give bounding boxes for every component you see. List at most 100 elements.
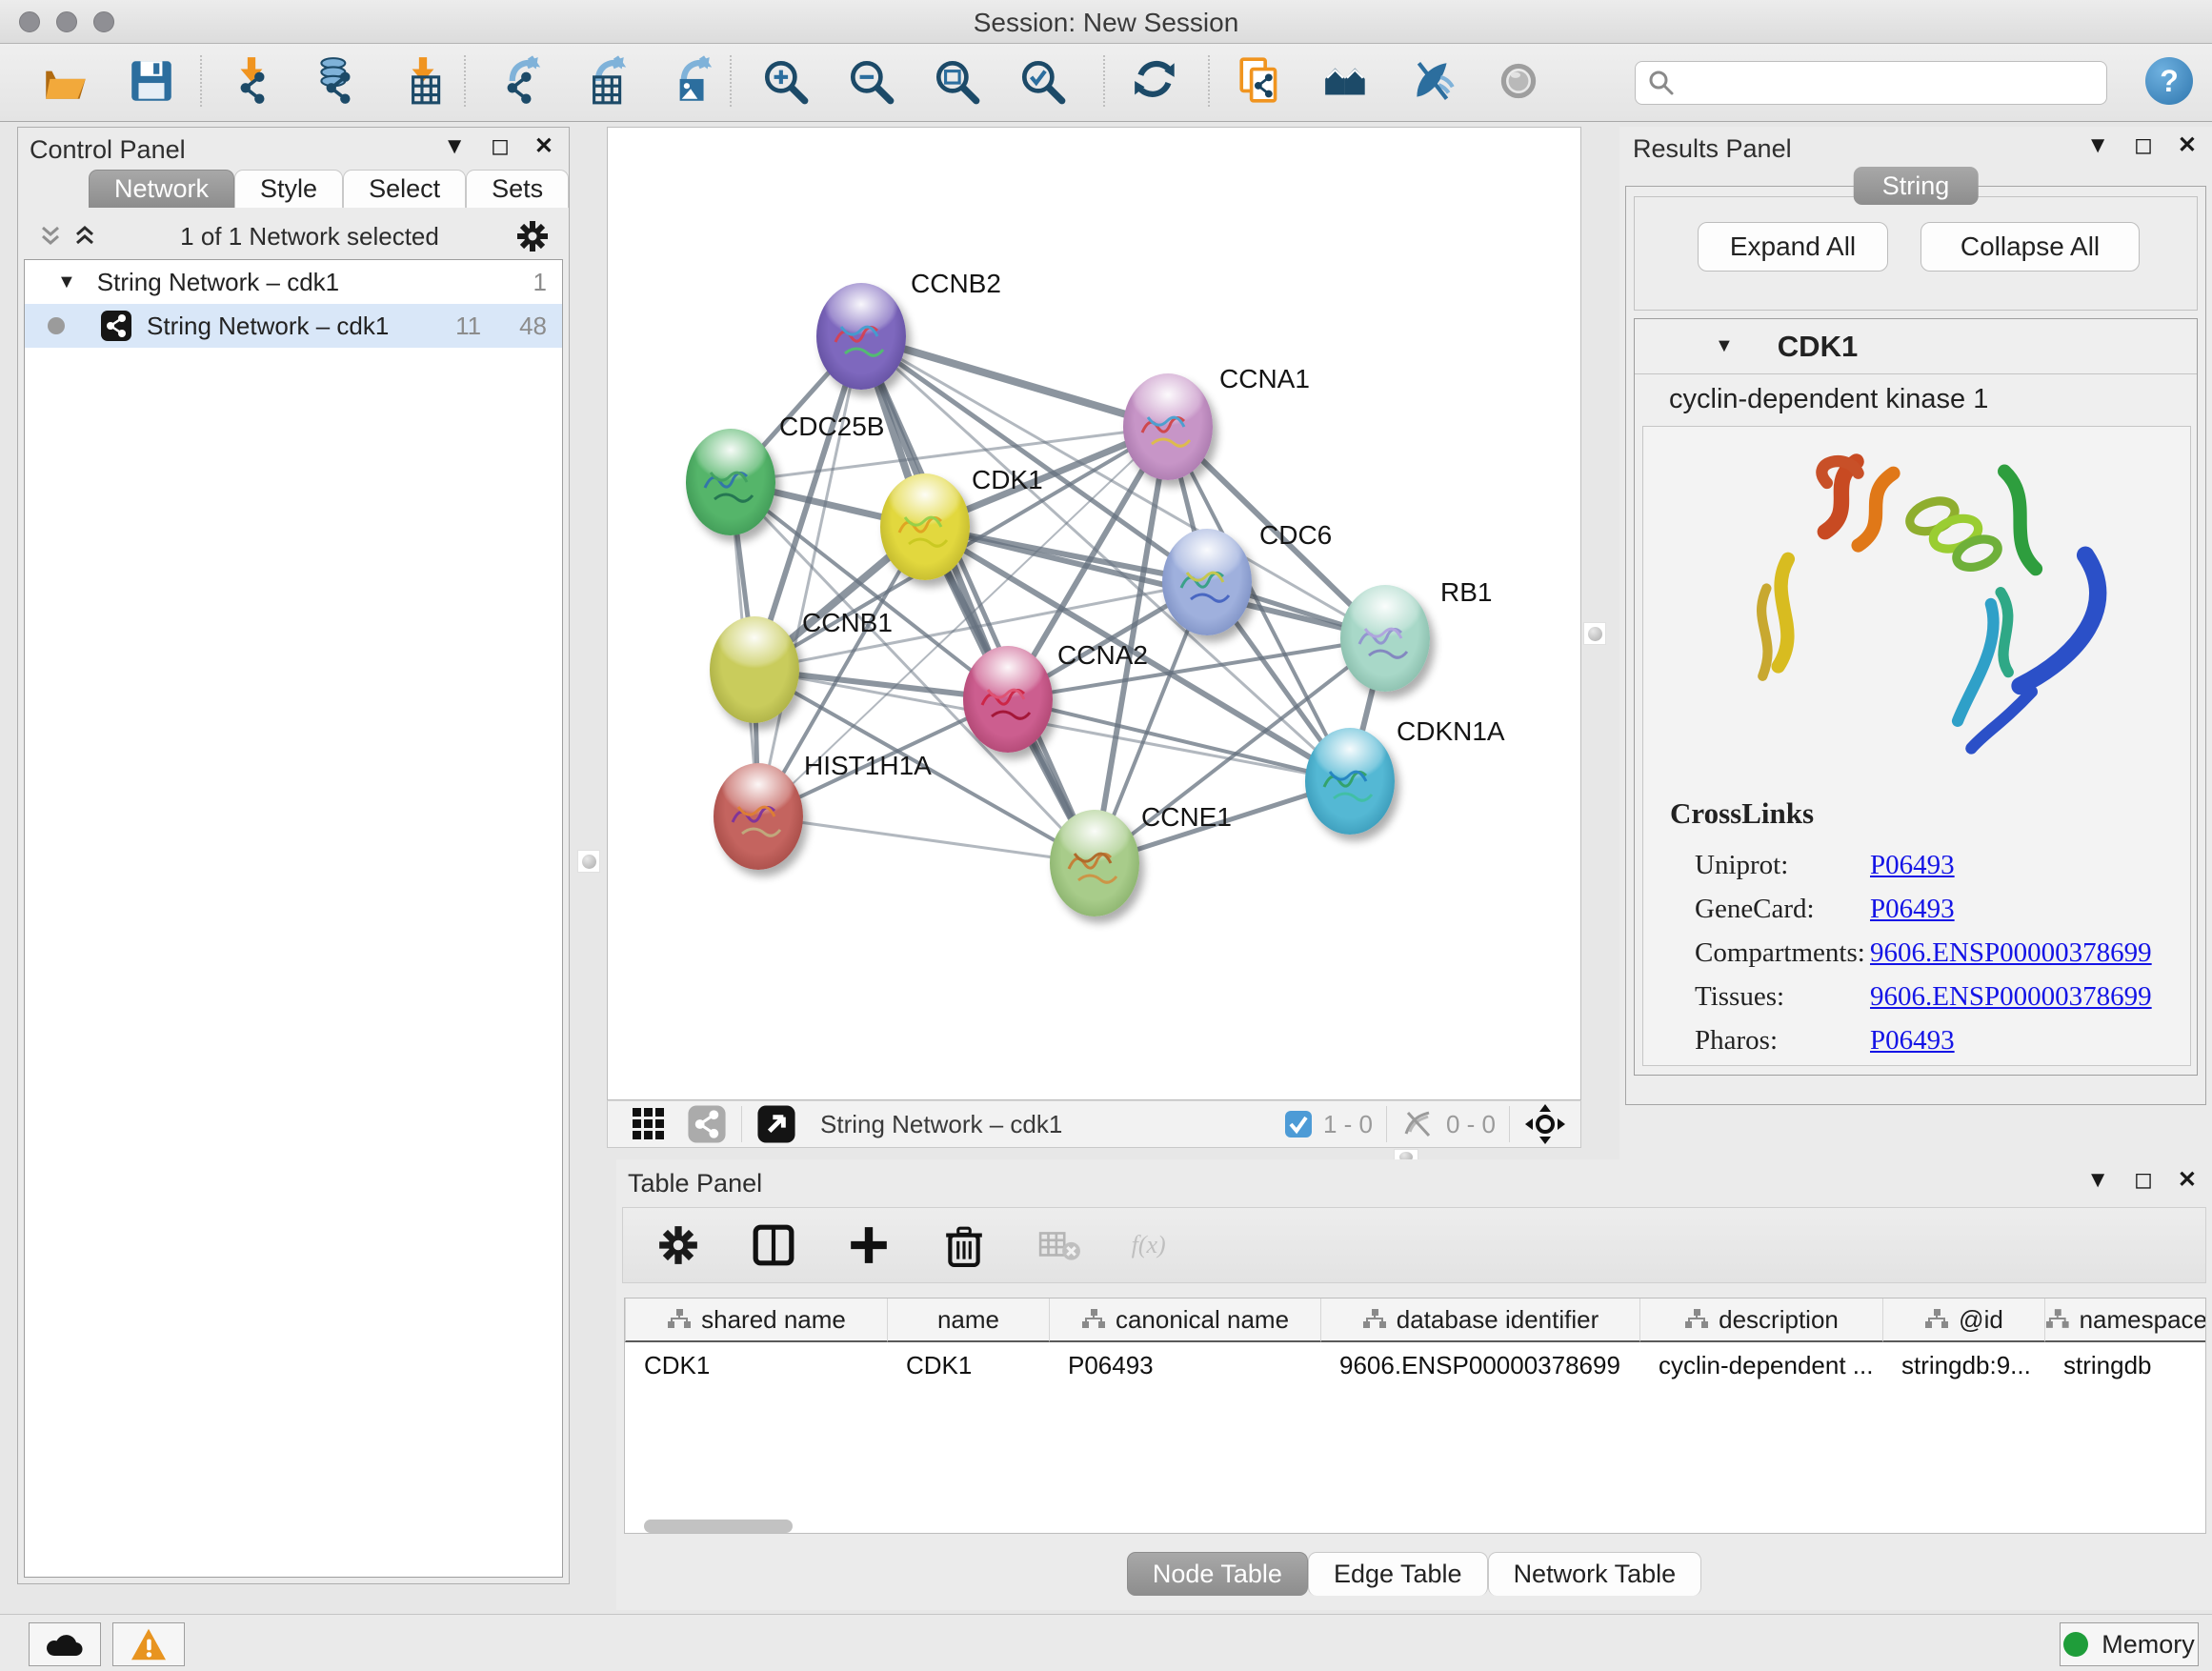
svg-text:f(x): f(x) xyxy=(1132,1231,1166,1258)
tab-sets[interactable]: Sets xyxy=(466,170,569,208)
tab-string[interactable]: String xyxy=(1854,167,1979,205)
gear-icon[interactable] xyxy=(654,1220,703,1270)
column-header-name[interactable]: name xyxy=(887,1299,1049,1342)
refresh-icon[interactable] xyxy=(1129,53,1184,109)
expand-all-button[interactable]: Expand All xyxy=(1698,222,1888,272)
panel-close-icon[interactable]: ✕ xyxy=(2178,134,2197,157)
panel-close-icon[interactable]: ✕ xyxy=(534,135,553,158)
network-node-cdc25b[interactable] xyxy=(686,429,775,535)
network-view[interactable]: CCNB2 CCNA1 CDC25B CDK1 CDC6 xyxy=(607,127,1581,1100)
table-cell[interactable]: stringdb:9... xyxy=(1882,1344,2044,1386)
network-node-cdkn1a[interactable] xyxy=(1305,728,1395,835)
search-input[interactable] xyxy=(1676,69,2085,98)
tab-style[interactable]: Style xyxy=(234,170,343,208)
right-splitter-handle[interactable] xyxy=(1583,622,1606,645)
column-header-shared-name[interactable]: shared name xyxy=(625,1299,887,1342)
eye-slash-icon[interactable] xyxy=(1405,53,1460,109)
network-icon xyxy=(99,309,133,343)
columns-icon[interactable] xyxy=(749,1220,798,1270)
zoom-fit-icon[interactable] xyxy=(929,53,984,109)
gene-card-header[interactable]: ▼ CDK1 xyxy=(1635,319,2197,374)
network-node-cdk1[interactable] xyxy=(880,473,970,580)
memory-button[interactable]: Memory xyxy=(2060,1622,2199,1666)
column-header--id[interactable]: @id xyxy=(1882,1299,2044,1342)
network-view-icon[interactable] xyxy=(686,1103,728,1145)
tab-network[interactable]: Network xyxy=(89,170,234,208)
add-icon[interactable] xyxy=(844,1220,894,1270)
open-session-icon[interactable] xyxy=(38,53,93,109)
import-database-icon[interactable] xyxy=(310,53,365,109)
trash-icon[interactable] xyxy=(939,1220,989,1270)
network-node-hist1h1a[interactable] xyxy=(714,763,803,870)
panel-close-icon[interactable]: ✕ xyxy=(2178,1169,2197,1192)
collapse-all-button[interactable]: Collapse All xyxy=(1920,222,2140,272)
crosslink-compartments-link[interactable]: 9606.ENSP00000378699 xyxy=(1870,937,2152,969)
crosslink-pharos-link[interactable]: P06493 xyxy=(1870,1025,1955,1057)
network-tree-row[interactable]: String Network – cdk1 11 48 xyxy=(25,304,562,348)
tab-select[interactable]: Select xyxy=(343,170,466,208)
column-header-namespace[interactable]: namespace xyxy=(2044,1299,2206,1342)
table-horizontal-scrollbar[interactable] xyxy=(644,1520,793,1533)
cloud-button[interactable] xyxy=(29,1622,101,1666)
table-cell[interactable]: P06493 xyxy=(1049,1344,1320,1386)
zoom-out-icon[interactable] xyxy=(843,53,898,109)
crosslink-uniprot-link[interactable]: P06493 xyxy=(1870,850,1955,881)
table-cell[interactable]: 9606.ENSP00000378699 xyxy=(1320,1344,1639,1386)
panel-collapse-icon[interactable]: ▼ xyxy=(443,135,466,158)
detach-view-icon[interactable] xyxy=(755,1103,797,1145)
tab-edge-table[interactable]: Edge Table xyxy=(1308,1552,1488,1596)
cloud-icon xyxy=(44,1629,86,1660)
import-table-icon[interactable] xyxy=(395,53,451,109)
gene-result-card: ▼ CDK1 cyclin-dependent kinase 1 xyxy=(1634,318,2198,1076)
network-node-cdc6[interactable] xyxy=(1162,529,1252,635)
gene-description: cyclin-dependent kinase 1 xyxy=(1635,374,2197,424)
network-node-ccne1[interactable] xyxy=(1050,810,1139,916)
zoom-selected-icon[interactable] xyxy=(1015,53,1070,109)
panel-float-icon[interactable]: ◻ xyxy=(2134,134,2153,157)
crosslink-tissues-link[interactable]: 9606.ENSP00000378699 xyxy=(1870,981,2152,1013)
panel-collapse-icon[interactable]: ▼ xyxy=(2086,134,2109,157)
orb-icon[interactable] xyxy=(1491,53,1546,109)
selected-checkbox-icon[interactable] xyxy=(1283,1109,1314,1139)
panel-float-icon[interactable]: ◻ xyxy=(2134,1169,2153,1192)
network-node-ccnb2[interactable] xyxy=(816,283,906,390)
table-cell[interactable]: cyclin-dependent ... xyxy=(1639,1344,1882,1386)
left-splitter-handle[interactable] xyxy=(577,850,600,873)
birdseye-navigator-icon[interactable] xyxy=(1523,1102,1567,1146)
network-node-ccna2[interactable] xyxy=(963,646,1053,753)
tab-node-table[interactable]: Node Table xyxy=(1127,1552,1308,1596)
warning-button[interactable] xyxy=(112,1622,185,1666)
help-icon[interactable]: ? xyxy=(2145,57,2193,105)
export-image-icon[interactable] xyxy=(662,53,717,109)
column-header-canonical-name[interactable]: canonical name xyxy=(1049,1299,1320,1342)
tree-expander-icon[interactable]: ▼ xyxy=(57,272,76,293)
houses-icon[interactable] xyxy=(1319,53,1375,109)
expand-all-icon[interactable] xyxy=(71,222,106,251)
network-node-rb1[interactable] xyxy=(1340,585,1430,692)
column-header-database-identifier[interactable]: database identifier xyxy=(1320,1299,1639,1342)
panel-float-icon[interactable]: ◻ xyxy=(491,135,510,158)
export-network-icon[interactable] xyxy=(491,53,546,109)
network-label: String Network – cdk1 xyxy=(147,312,389,341)
collapse-triangle-icon[interactable]: ▼ xyxy=(1715,335,1734,357)
zoom-in-icon[interactable] xyxy=(757,53,813,109)
network-tree: ▼ String Network – cdk1 1 String Network… xyxy=(24,259,563,1578)
import-network-icon[interactable] xyxy=(224,53,279,109)
table-cell[interactable]: CDK1 xyxy=(625,1344,887,1386)
grid-view-icon[interactable] xyxy=(629,1104,669,1144)
panel-collapse-icon[interactable]: ▼ xyxy=(2086,1169,2109,1192)
crosslink-genecard-link[interactable]: P06493 xyxy=(1870,894,1955,925)
network-node-ccna1[interactable] xyxy=(1123,373,1213,480)
first-neighbors-icon[interactable] xyxy=(1234,53,1289,109)
delete-table-icon xyxy=(1035,1220,1084,1270)
table-cell[interactable]: stringdb xyxy=(2044,1344,2206,1386)
table-cell[interactable]: CDK1 xyxy=(887,1344,1049,1386)
tab-network-table[interactable]: Network Table xyxy=(1488,1552,1702,1596)
export-table-icon[interactable] xyxy=(576,53,632,109)
save-session-icon[interactable] xyxy=(124,53,179,109)
network-tree-root-row[interactable]: ▼ String Network – cdk1 1 xyxy=(25,260,562,304)
network-node-ccnb1[interactable] xyxy=(710,616,799,723)
column-header-description[interactable]: description xyxy=(1639,1299,1882,1342)
collapse-all-icon[interactable] xyxy=(37,222,71,251)
gear-icon[interactable] xyxy=(513,217,552,255)
